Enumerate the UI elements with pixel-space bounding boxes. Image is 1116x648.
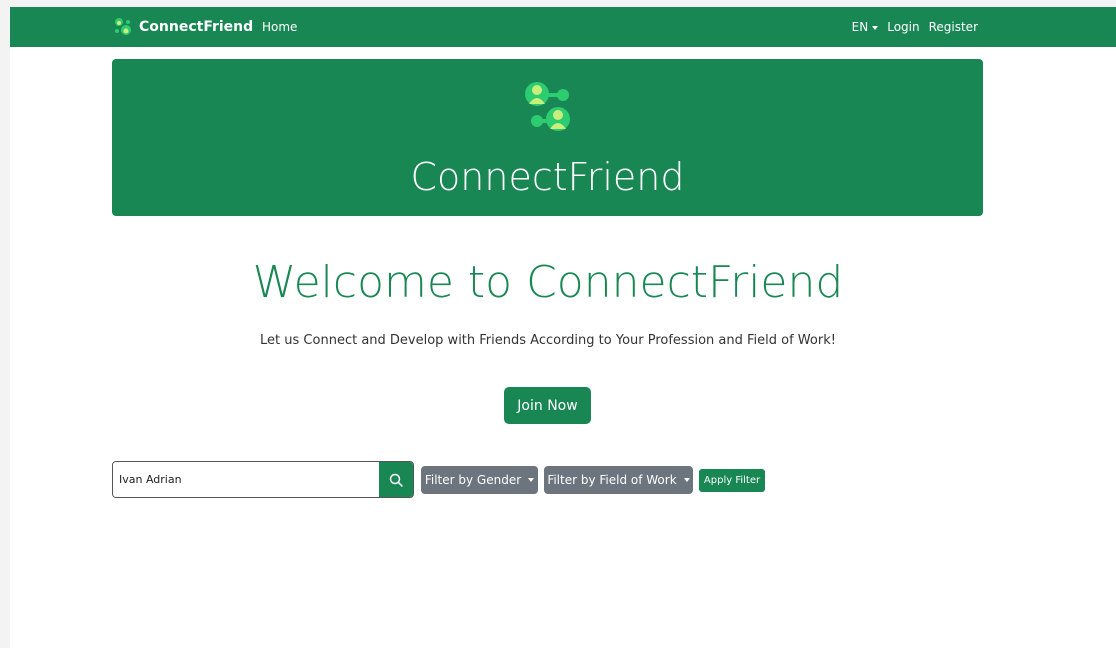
hero-banner: ConnectFriend — [112, 59, 983, 216]
filter-field-of-work-dropdown[interactable]: Filter by Field of Work — [544, 466, 693, 494]
filter-field-label: Filter by Field of Work — [547, 473, 677, 487]
caret-down-icon — [528, 478, 535, 482]
nav-link-register[interactable]: Register — [929, 20, 978, 34]
language-dropdown[interactable]: EN — [852, 20, 879, 34]
search-icon — [389, 473, 403, 487]
hero-title: ConnectFriend — [410, 155, 685, 199]
caret-down-icon — [872, 25, 879, 30]
caret-down-icon — [683, 478, 690, 482]
navbar-right: EN Login Register — [852, 7, 978, 47]
apply-filter-button[interactable]: Apply Filter — [699, 469, 765, 492]
brand-logo-icon — [115, 18, 131, 35]
language-label: EN — [851, 20, 869, 34]
join-now-button[interactable]: Join Now — [504, 387, 591, 424]
welcome-subtitle: Let us Connect and Develop with Friends … — [260, 333, 836, 348]
search-button[interactable] — [379, 462, 413, 497]
nav-link-login[interactable]: Login — [887, 20, 919, 34]
filter-gender-label: Filter by Gender — [424, 473, 522, 487]
window-top-border — [0, 0, 1116, 7]
navbar-brand[interactable]: ConnectFriend — [113, 7, 253, 47]
search-input[interactable] — [113, 462, 379, 497]
window-left-border — [0, 0, 10, 648]
filter-gender-dropdown[interactable]: Filter by Gender — [421, 466, 538, 494]
welcome-heading: Welcome to ConnectFriend — [252, 257, 844, 308]
connect-friends-logo-icon — [525, 82, 570, 131]
top-navbar: ConnectFriend Home EN Login Register — [10, 7, 1116, 47]
search-bar — [112, 461, 414, 498]
brand-name: ConnectFriend — [139, 19, 254, 35]
nav-link-home[interactable]: Home — [262, 7, 297, 47]
